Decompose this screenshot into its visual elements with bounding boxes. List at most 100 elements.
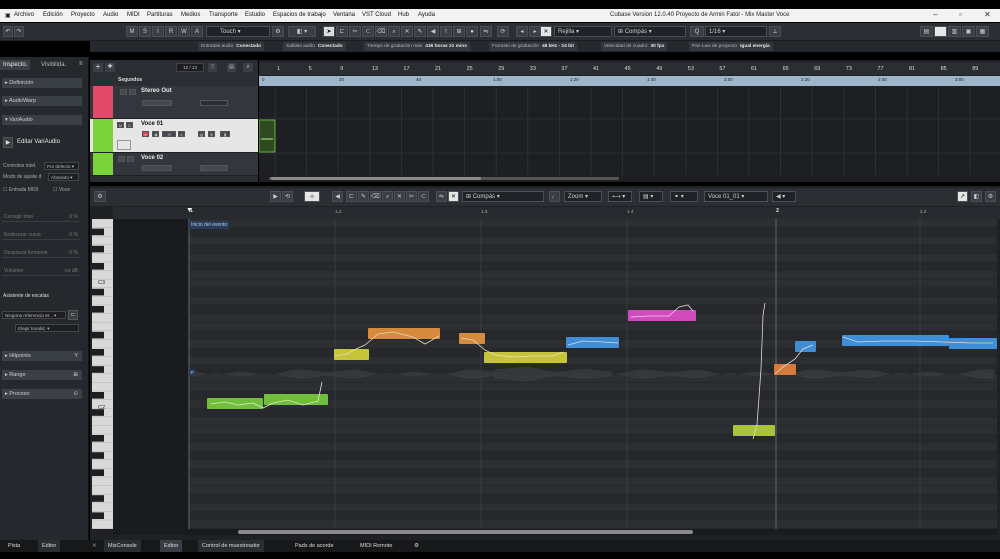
- editor-scroll-thumb[interactable]: [238, 530, 693, 534]
- editor-mute-icon[interactable]: ✕: [394, 191, 405, 202]
- editor-snap-icon[interactable]: ✕: [448, 191, 459, 202]
- nudge-left-icon[interactable]: ◂: [516, 26, 528, 37]
- solo-button[interactable]: S: [139, 26, 151, 37]
- section-proceso[interactable]: ▸ Proceso ⊙: [2, 389, 82, 399]
- menu-proyecto[interactable]: Proyecto: [71, 12, 95, 18]
- editor-settings-icon[interactable]: ⚙: [94, 191, 106, 202]
- track-presets-icon[interactable]: ✚: [105, 63, 115, 72]
- snap-toggle-icon[interactable]: ✕: [540, 26, 552, 37]
- tab-editor[interactable]: Editor: [160, 540, 183, 552]
- menu-midi[interactable]: MIDI: [127, 12, 140, 18]
- monitor-icon[interactable]: ◀: [152, 131, 159, 137]
- editor-grid-dropdown[interactable]: ⊞ Compás ▾: [462, 191, 544, 202]
- menu-hub[interactable]: Hub: [398, 12, 409, 18]
- track-stereo-out[interactable]: Stereo Out: [90, 86, 258, 119]
- add-track-icon[interactable]: +: [93, 63, 103, 72]
- mute-button[interactable]: M: [126, 26, 138, 37]
- project-event-area[interactable]: [259, 87, 1000, 182]
- list-icon[interactable]: ▤: [227, 63, 236, 72]
- editor-quantize-icon[interactable]: ♩: [549, 191, 560, 202]
- editor-scrollbar[interactable]: [113, 529, 997, 535]
- editor-options-icon[interactable]: ⚙: [985, 191, 996, 202]
- erase-tool-icon[interactable]: ⌫: [375, 26, 387, 37]
- menu-estudio[interactable]: Estudio: [245, 12, 265, 18]
- close-icon[interactable]: ✕: [984, 10, 991, 19]
- editor-color-dropdown[interactable]: ▤ ▾: [639, 191, 663, 202]
- editor-event-dropdown[interactable]: Voce 01_01 ▾: [704, 191, 768, 202]
- menu-ventana[interactable]: Ventana: [333, 12, 355, 18]
- section-hitpoints[interactable]: ▸ Hitpoints Y: [2, 351, 82, 361]
- menu-vst-cloud[interactable]: VST Cloud: [362, 12, 391, 18]
- variaudio-pitch-grid[interactable]: Inicio del evento P: [113, 219, 997, 529]
- edit-icon[interactable]: e: [178, 131, 185, 137]
- comp-tool-icon[interactable]: ⊞: [453, 26, 465, 37]
- pitch-segment[interactable]: [484, 352, 567, 363]
- autoscroll-icon[interactable]: ⟳: [497, 26, 509, 37]
- settings-icon[interactable]: ⚙: [272, 26, 284, 37]
- filter-icon[interactable]: ▽: [208, 63, 217, 72]
- search-icon[interactable]: ⌕: [243, 63, 253, 72]
- menu-icon[interactable]: ≡: [79, 61, 83, 67]
- read-button[interactable]: R: [165, 26, 177, 37]
- pitch-segment[interactable]: [264, 394, 328, 405]
- tab-editor-left[interactable]: Editor: [38, 540, 61, 552]
- write-button[interactable]: W: [178, 26, 190, 37]
- zoom-tool-icon[interactable]: ⌕: [388, 26, 400, 37]
- menu-archivo[interactable]: Archivo: [14, 12, 34, 18]
- grid-type-dropdown[interactable]: ⊞ Compás ▾: [614, 26, 686, 37]
- app-icon[interactable]: ▣: [5, 12, 11, 19]
- layout-lower-icon[interactable]: [934, 26, 947, 37]
- project-ruler[interactable]: 1 5 9 13 17 21 25 29 33 37 41 45 49 53 57 61 65 69 73 77 81 8…: [259, 62, 1000, 75]
- event-start-marker-icon[interactable]: ▼: [186, 207, 193, 214]
- pitch-segment[interactable]: [566, 337, 619, 348]
- tab-pista[interactable]: Pista: [4, 540, 24, 552]
- editor-ruler[interactable]: 1 1.2 1.3 1.4 2 2.2 ▼: [113, 207, 1000, 219]
- piano-keyboard[interactable]: C3 C2: [92, 219, 113, 529]
- project-timeline-seconds[interactable]: 0 20 40 1:00 1:20 1:40 2:00 2:20 2:40 3:00: [259, 76, 1000, 86]
- lanes-icon[interactable]: ▤: [198, 131, 205, 137]
- editor-autoscroll-icon[interactable]: ⇋: [436, 191, 447, 202]
- scale-snap-icon[interactable]: ⊏: [68, 310, 78, 320]
- mute-tool-icon[interactable]: ✕: [401, 26, 413, 37]
- tab-midi-remote[interactable]: MIDI Remote: [356, 540, 396, 552]
- editor-detach-icon[interactable]: ◧: [971, 191, 982, 202]
- pitch-segment[interactable]: [459, 333, 485, 344]
- read-write-icon[interactable]: ⟲: [162, 131, 176, 137]
- menu-edicion[interactable]: Edición: [43, 12, 63, 18]
- pitch-segment[interactable]: [774, 364, 796, 375]
- tab-chord-pads[interactable]: Pads de acorde: [291, 540, 338, 552]
- timewarp-tool-icon[interactable]: ⌇: [440, 26, 452, 37]
- volume-field[interactable]: Volumen -oo dB: [2, 267, 80, 276]
- track-controls-right[interactable]: [200, 165, 228, 171]
- menu-ayuda[interactable]: Ayuda: [418, 12, 435, 18]
- solo-icon[interactable]: S: [126, 122, 133, 128]
- quantize-apply-icon[interactable]: ⟂: [769, 26, 781, 37]
- color-tool-icon[interactable]: ●: [466, 26, 478, 37]
- pitch-segment[interactable]: [842, 335, 949, 346]
- midi-input-checkbox[interactable]: ☐ Entrada MIDI: [3, 187, 38, 193]
- pitch-segment[interactable]: [733, 425, 775, 436]
- quantize-dropdown[interactable]: 1/16 ▾: [705, 26, 767, 37]
- play-icon[interactable]: ▶: [3, 137, 13, 148]
- mute-icon[interactable]: [118, 156, 125, 162]
- track-controls[interactable]: [142, 165, 172, 171]
- editor-scissors-icon[interactable]: ✂: [406, 191, 417, 202]
- editor-zoom-icon[interactable]: ⌕: [382, 191, 393, 202]
- voice-checkbox[interactable]: ☐ Voce: [53, 187, 70, 193]
- output-routing[interactable]: [142, 100, 172, 106]
- quantize-icon[interactable]: Q: [690, 26, 704, 37]
- section-audiowarp[interactable]: ▸ AudioWarp: [2, 96, 82, 106]
- close-icon[interactable]: ✕: [88, 540, 101, 552]
- solo-icon[interactable]: [129, 89, 136, 95]
- tab-visibility[interactable]: Visibilida.: [38, 60, 69, 70]
- menu-transporte[interactable]: Transporte: [209, 12, 238, 18]
- section-variaudio[interactable]: ▾ VariAudio: [2, 115, 82, 125]
- menu-partituras[interactable]: Partituras: [147, 12, 173, 18]
- layout-right-icon[interactable]: ▥: [948, 26, 961, 37]
- select-tool-icon[interactable]: ➤: [323, 26, 335, 37]
- track-voce-01[interactable]: M S Voce 01 ● ◀ ⟲ e ▤ ❄ ▮: [90, 119, 258, 153]
- editor-maximize-icon[interactable]: ↗: [957, 191, 968, 202]
- editor-draw-icon[interactable]: ✎: [358, 191, 369, 202]
- draw-tool-icon[interactable]: ✎: [414, 26, 426, 37]
- pitch-segment[interactable]: [334, 349, 369, 360]
